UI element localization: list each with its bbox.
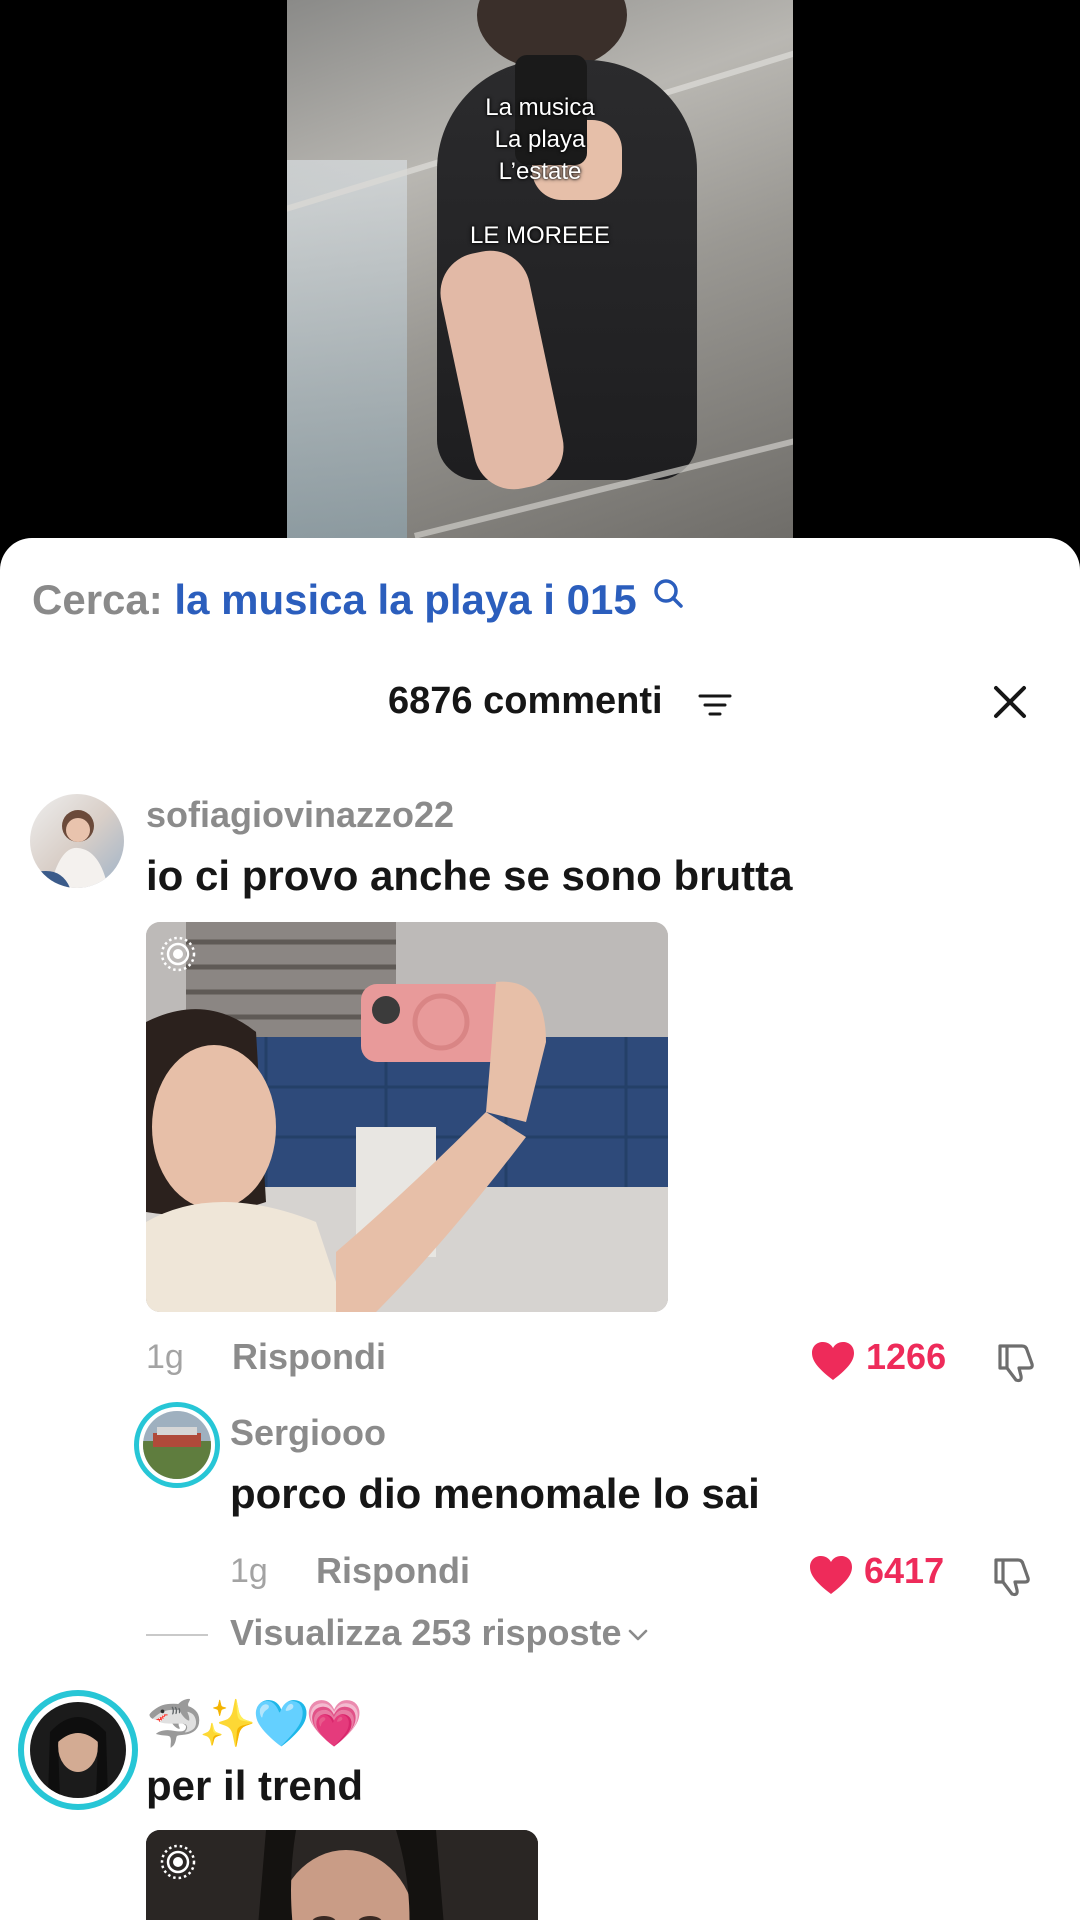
search-query[interactable]: la musica la playa i 015 <box>174 576 636 623</box>
comment-image-content <box>146 1830 538 1920</box>
reply-text: porco dio menomale lo sai <box>230 1470 760 1517</box>
chevron-down-icon <box>628 1630 647 1641</box>
search-prefix: Cerca: <box>32 576 163 623</box>
comment-username[interactable]: sofiagiovinazzo22 <box>146 794 454 836</box>
comment-text: per il trend <box>146 1762 364 1809</box>
comment-time: 1g <box>146 1338 184 1376</box>
filter-icon[interactable] <box>698 690 732 722</box>
comment-username[interactable]: 🦈✨🩵💗 <box>146 1696 363 1751</box>
view-replies-label: Visualizza 253 risposte <box>230 1612 622 1653</box>
search-suggestion[interactable]: Cerca: la musica la playa i 015 <box>32 576 690 624</box>
close-icon[interactable] <box>990 682 1030 722</box>
video-frame[interactable]: La musica La playa L’estate LE MOREEE <box>287 0 793 545</box>
comment-image-content <box>146 922 668 1312</box>
video-overlay-line: La playa <box>494 126 586 153</box>
avatar-image <box>143 1411 211 1479</box>
reply-button[interactable]: Rispondi <box>316 1550 470 1592</box>
reply-avatar[interactable] <box>134 1402 220 1488</box>
reply-button[interactable]: Rispondi <box>232 1336 386 1378</box>
heart-icon[interactable] <box>810 1340 856 1382</box>
heart-icon[interactable] <box>808 1554 854 1596</box>
like-count: 6417 <box>864 1550 945 1591</box>
comment-text: io ci provo anche se sono brutta <box>146 852 793 899</box>
view-replies-button[interactable]: Visualizza 253 risposte <box>230 1612 650 1654</box>
dislike-icon[interactable] <box>994 1338 1040 1384</box>
comments-sheet: Cerca: la musica la playa i 015 6876 com… <box>0 538 1080 1920</box>
video-background <box>287 160 407 545</box>
video-overlay-line: LE MOREEE <box>469 222 611 249</box>
avatar[interactable] <box>18 1690 138 1810</box>
live-photo-icon <box>160 936 196 972</box>
like-count: 1266 <box>866 1336 947 1377</box>
reply-username[interactable]: Sergiooo <box>230 1412 386 1454</box>
live-photo-icon <box>160 1844 196 1880</box>
comments-header: 6876 commenti <box>0 676 1080 736</box>
video-overlay-line: L’estate <box>498 158 582 185</box>
video-player[interactable]: La musica La playa L’estate LE MOREEE <box>0 0 1080 560</box>
comment-image[interactable] <box>146 922 668 1312</box>
avatar-image <box>30 1702 126 1798</box>
comment-count: 6876 commenti <box>388 680 663 722</box>
avatar[interactable] <box>30 794 124 888</box>
search-icon <box>654 579 684 608</box>
avatar-image <box>30 810 108 888</box>
dislike-icon[interactable] <box>990 1552 1036 1598</box>
reply-time: 1g <box>230 1552 268 1590</box>
view-replies-divider <box>146 1634 208 1636</box>
video-overlay-line: La musica <box>485 94 595 121</box>
comment-image[interactable] <box>146 1830 538 1920</box>
